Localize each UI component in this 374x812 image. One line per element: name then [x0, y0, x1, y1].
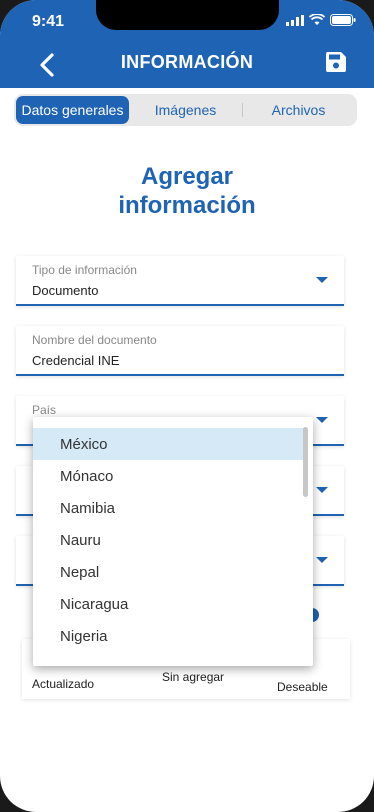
save-button[interactable] [326, 52, 348, 74]
status-time: 9:41 [32, 13, 65, 30]
heading-line-2: información [118, 192, 256, 219]
section-heading: Agregar información [0, 162, 374, 220]
tab-datos-generales[interactable]: Datos generales [16, 96, 129, 124]
chevron-down-icon [316, 557, 328, 563]
dropdown-option[interactable]: Namibia [33, 492, 305, 524]
field-label: Nombre del documento [32, 333, 157, 347]
nombre-documento-field[interactable]: Nombre del documento Credencial INE [16, 326, 344, 376]
tab-archivos[interactable]: Archivos [242, 96, 355, 124]
save-icon [326, 52, 346, 72]
heading-line-1: Agregar [140, 163, 234, 190]
dropdown-option[interactable]: Nicaragua [33, 588, 305, 620]
page-title: INFORMACIÓN [120, 52, 254, 72]
not-added-label: Sin agregar [162, 670, 225, 684]
field-value: Documento [32, 283, 99, 298]
wifi-icon [309, 14, 325, 25]
scrollbar-thumb[interactable] [303, 427, 308, 497]
phone-screen: 9:41 INFORMACIÓN Datos generales Imágene… [0, 0, 374, 812]
app-header: 9:41 INFORMACIÓN [0, 0, 374, 88]
dropdown-option[interactable]: Mónaco [33, 460, 305, 492]
segmented-tabs: Datos generales Imágenes Archivos [14, 94, 357, 126]
field-label: Tipo de información [32, 263, 137, 277]
dropdown-option[interactable]: México [33, 428, 305, 460]
signal-icon [286, 14, 304, 26]
status-icons [286, 14, 356, 26]
updated-label: Actualizado [32, 677, 95, 691]
field-value: Credencial INE [32, 353, 120, 368]
field-label: País [32, 403, 57, 417]
chevron-down-icon [316, 277, 328, 283]
dropdown-option[interactable]: Nauru [33, 524, 305, 556]
country-dropdown-menu[interactable]: México Mónaco Namibia Nauru Nepal Nicara… [33, 417, 313, 666]
chevron-down-icon [316, 487, 328, 493]
battery-icon [330, 14, 356, 26]
dropdown-option[interactable]: Nigeria [33, 620, 305, 652]
tipo-informacion-select[interactable]: Tipo de información Documento [16, 256, 344, 306]
dropdown-scrollbar[interactable] [303, 427, 308, 659]
tab-imagenes[interactable]: Imágenes [129, 96, 242, 124]
dropdown-option[interactable]: Nepal [33, 556, 305, 588]
notch [96, 0, 279, 30]
chevron-down-icon [316, 417, 328, 423]
desirable-label: Deseable [277, 680, 328, 694]
